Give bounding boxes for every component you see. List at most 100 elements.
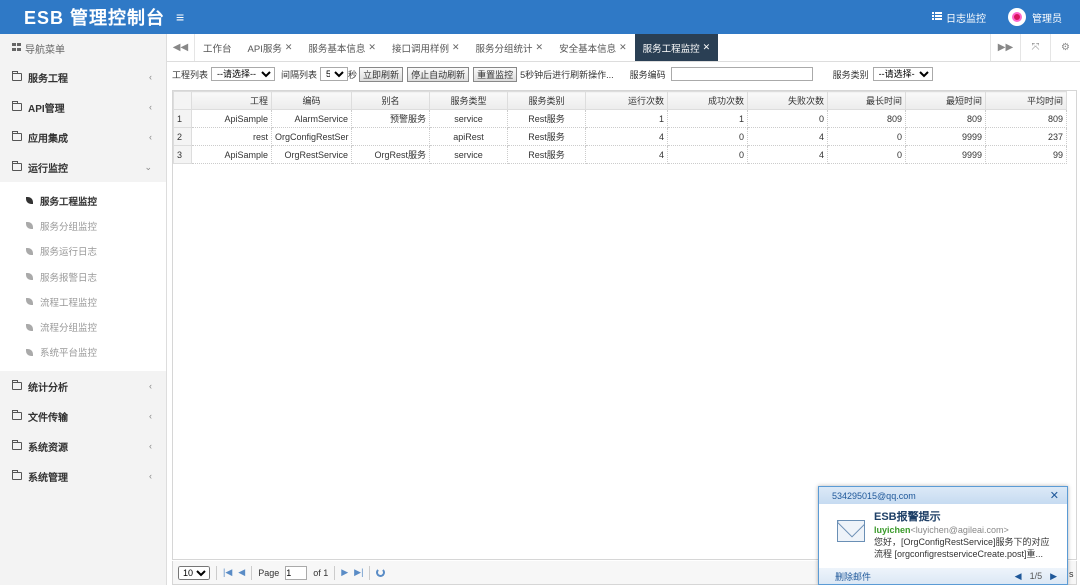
column-header[interactable]: 平均时间 bbox=[985, 91, 1067, 110]
tabs-next-icon[interactable]: ▶▶ bbox=[990, 34, 1020, 61]
close-icon[interactable]: ✕ bbox=[285, 42, 293, 53]
first-page-icon[interactable]: |◀ bbox=[223, 567, 232, 578]
refresh-icon[interactable] bbox=[376, 568, 386, 577]
service-category-select[interactable]: --请选择-- bbox=[872, 67, 933, 81]
menu-toggle-icon[interactable]: ≡ bbox=[176, 9, 184, 25]
close-icon[interactable]: ✕ bbox=[536, 42, 544, 53]
interval-select[interactable]: 5 bbox=[320, 67, 349, 81]
project-list-label: 工程列表 bbox=[172, 69, 209, 80]
tab-service-basic-info[interactable]: 服务基本信息 ✕ bbox=[300, 34, 384, 61]
leaf-icon bbox=[26, 222, 33, 230]
reset-monitor-button[interactable]: 重置监控 bbox=[473, 66, 518, 82]
sidebar-group-file-transfer[interactable]: 文件传输 ‹ bbox=[0, 401, 166, 431]
tab-interface-call-sample[interactable]: 接口调用样例 ✕ bbox=[384, 34, 468, 61]
sidebar-group-service-project[interactable]: 服务工程 ‹ bbox=[0, 62, 166, 92]
gear-icon[interactable]: ⚙ bbox=[1050, 34, 1080, 61]
chevron-left-icon: ‹ bbox=[149, 72, 152, 82]
sidebar-item-platform-monitor[interactable]: 系统平台监控 bbox=[0, 340, 166, 365]
prev-page-icon[interactable]: ◀ bbox=[238, 567, 245, 578]
nav-header: 导航菜单 bbox=[0, 34, 166, 62]
column-header[interactable]: 成功次数 bbox=[667, 91, 748, 110]
service-code-input[interactable] bbox=[670, 67, 813, 81]
next-page-icon[interactable]: ▶ bbox=[341, 567, 348, 578]
user-menu[interactable]: 管理员 bbox=[1008, 8, 1062, 26]
chevron-left-icon: ‹ bbox=[149, 132, 152, 142]
tab-api-service[interactable]: API服务 ✕ bbox=[240, 34, 301, 61]
sidebar-group-runtime-monitor[interactable]: 运行监控 ⌄ bbox=[0, 152, 166, 182]
sidebar-item-label: 服务运行日志 bbox=[40, 247, 98, 259]
close-icon[interactable]: ✕ bbox=[1050, 489, 1059, 502]
leaf-icon bbox=[26, 197, 33, 205]
sidebar-group-api[interactable]: API管理 ‹ bbox=[0, 92, 166, 122]
close-icon[interactable]: ✕ bbox=[619, 42, 627, 53]
sidebar-group-label: 应用集成 bbox=[28, 133, 68, 145]
prev-mail-icon[interactable]: ◀ bbox=[1015, 571, 1022, 582]
sidebar-item-service-alarm-log[interactable]: 服务报警日志 bbox=[0, 264, 166, 289]
tab-security-basic-info[interactable]: 安全基本信息 ✕ bbox=[551, 34, 635, 61]
sidebar-item-service-project-monitor[interactable]: 服务工程监控 bbox=[0, 188, 166, 213]
chevron-left-icon: ‹ bbox=[149, 441, 152, 452]
cell-type: apiRest bbox=[429, 127, 508, 146]
cell-avg: 99 bbox=[985, 145, 1067, 164]
row-number: 3 bbox=[173, 145, 192, 164]
tab-workbench[interactable]: 工作台 bbox=[195, 34, 240, 61]
close-icon[interactable]: ✕ bbox=[452, 42, 460, 53]
notification-line1: 您好，[OrgConfigRestService]服务下的对应 bbox=[874, 537, 1050, 547]
sidebar-item-flow-group-monitor[interactable]: 流程分组监控 bbox=[0, 314, 166, 339]
column-header[interactable]: 服务类别 bbox=[507, 91, 586, 110]
close-icon[interactable]: ✕ bbox=[368, 42, 376, 53]
column-header[interactable]: 编码 bbox=[271, 91, 352, 110]
notification-footer: 删除邮件 ◀ 1/5 ▶ bbox=[819, 568, 1067, 584]
stop-auto-refresh-button[interactable]: 停止自动刷新 bbox=[407, 66, 470, 82]
log-monitor-link[interactable]: 日志监控 bbox=[932, 10, 986, 25]
sidebar-group-system-management[interactable]: 系统管理 ‹ bbox=[0, 461, 166, 491]
divider bbox=[216, 565, 217, 580]
close-icon[interactable]: ✕ bbox=[703, 42, 711, 53]
table-row[interactable]: 2 rest OrgConfigRestSer apiRest Rest服务 4… bbox=[173, 127, 1067, 146]
nav-title: 导航菜单 bbox=[25, 44, 65, 56]
leaf-icon bbox=[26, 348, 33, 356]
next-mail-icon[interactable]: ▶ bbox=[1050, 571, 1057, 582]
column-header[interactable]: 最长时间 bbox=[827, 91, 906, 110]
column-header[interactable]: 失败次数 bbox=[747, 91, 828, 110]
sidebar-item-service-run-log[interactable]: 服务运行日志 bbox=[0, 239, 166, 264]
cell-project: ApiSample bbox=[191, 145, 272, 164]
column-header[interactable]: 运行次数 bbox=[585, 91, 668, 110]
sidebar-group-statistics[interactable]: 统计分析 ‹ bbox=[0, 371, 166, 401]
table-row[interactable]: 1 ApiSample AlarmService 预警服务 service Re… bbox=[173, 109, 1067, 128]
cell-category: Rest服务 bbox=[507, 109, 586, 128]
last-page-icon[interactable]: ▶| bbox=[354, 567, 363, 578]
column-header[interactable]: 服务类型 bbox=[429, 91, 508, 110]
service-category-label: 服务类别 bbox=[832, 69, 869, 80]
tab-service-group-stats[interactable]: 服务分组统计 ✕ bbox=[468, 34, 552, 61]
delete-mail-link[interactable]: 删除邮件 bbox=[835, 570, 871, 583]
page-number-input[interactable] bbox=[285, 565, 308, 580]
table-row[interactable]: 3 ApiSample OrgRestService OrgRest服务 ser… bbox=[173, 145, 1067, 164]
sidebar-item-service-group-monitor[interactable]: 服务分组监控 bbox=[0, 213, 166, 238]
column-header[interactable]: 最短时间 bbox=[905, 91, 986, 110]
column-header[interactable]: 别名 bbox=[351, 91, 430, 110]
folder-icon bbox=[12, 161, 22, 171]
page-label: Page bbox=[258, 567, 280, 578]
chevron-left-icon: ‹ bbox=[149, 471, 152, 482]
column-header[interactable]: 工程 bbox=[191, 91, 272, 110]
notification-sender-mail: <luyichen@agileai.com> bbox=[910, 525, 1009, 535]
monitor-table: 工程 编码 别名 服务类型 服务类别 运行次数 成功次数 失败次数 最长时间 最… bbox=[173, 91, 1067, 164]
page-size-select[interactable]: 10 bbox=[178, 565, 210, 580]
leaf-icon bbox=[26, 247, 33, 255]
divider bbox=[251, 565, 253, 580]
tab-service-project-monitor[interactable]: 服务工程监控 ✕ bbox=[634, 34, 719, 61]
page-total: of 1 bbox=[313, 567, 329, 578]
cell-min: 809 bbox=[905, 109, 986, 128]
fullscreen-icon[interactable]: ⤧ bbox=[1020, 34, 1050, 61]
tabs-prev-icon[interactable]: ◀◀ bbox=[167, 34, 195, 61]
refresh-now-button[interactable]: 立即刷新 bbox=[359, 66, 404, 82]
sidebar-item-flow-project-monitor[interactable]: 流程工程监控 bbox=[0, 289, 166, 314]
sidebar-group-system-resources[interactable]: 系统资源 ‹ bbox=[0, 431, 166, 461]
notification-body[interactable]: ESB报警提示 luyichen<luyichen@agileai.com> 您… bbox=[819, 504, 1067, 560]
project-select[interactable]: --请选择-- bbox=[211, 67, 276, 81]
sidebar-item-label: 服务工程监控 bbox=[40, 196, 98, 208]
tab-label: 工作台 bbox=[203, 43, 232, 55]
sidebar-group-app-integration[interactable]: 应用集成 ‹ bbox=[0, 122, 166, 152]
sidebar-group-label: 运行监控 bbox=[28, 163, 68, 175]
